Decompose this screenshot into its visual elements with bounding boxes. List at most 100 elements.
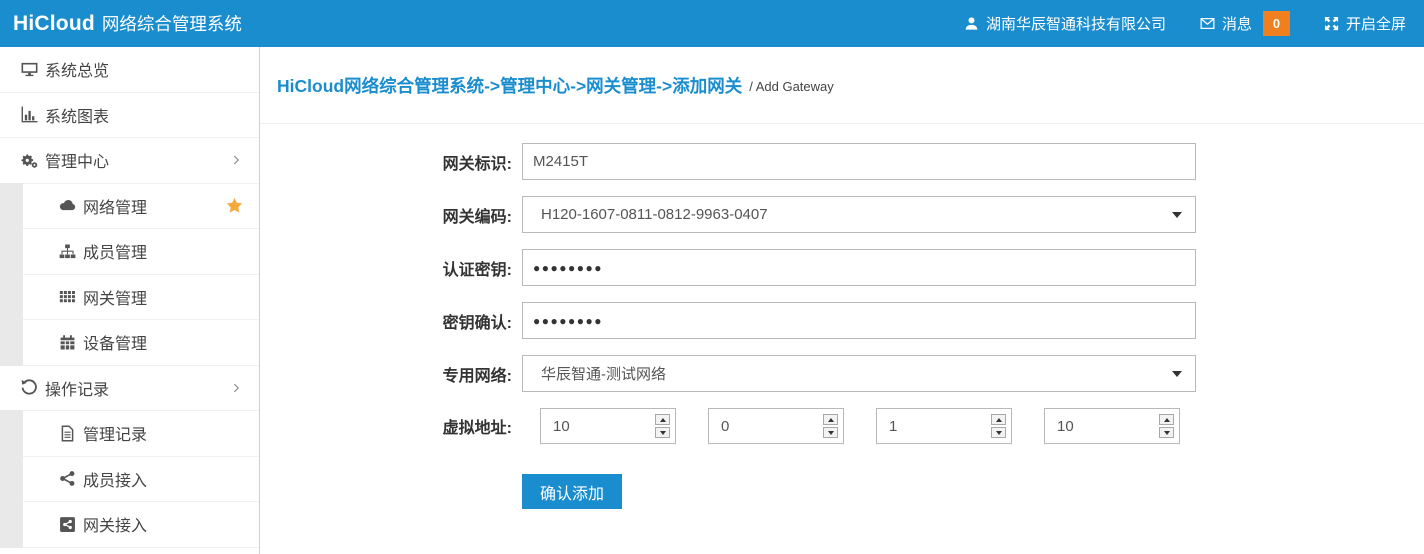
- sidebar-item-system-charts[interactable]: 系统图表: [0, 93, 259, 139]
- caret-down-icon: [1172, 212, 1182, 218]
- auth-key-label: 认证密钥:: [260, 256, 522, 280]
- sidebar-item-label: 系统总览: [45, 57, 109, 81]
- company-name: 湖南华辰智通科技有限公司: [986, 13, 1166, 34]
- share-square-icon: [59, 516, 76, 533]
- fullscreen-expand-icon: [1324, 16, 1339, 31]
- messages-menu[interactable]: 消息 0: [1200, 11, 1290, 36]
- key-confirm-input[interactable]: [522, 302, 1196, 339]
- spinner-up-icon[interactable]: [991, 414, 1006, 425]
- virtual-ip-octet-4[interactable]: 10: [1044, 408, 1180, 444]
- sidebar-item-label: 设备管理: [83, 330, 147, 354]
- number-spinner: [655, 414, 670, 438]
- confirm-add-button[interactable]: 确认添加: [522, 474, 622, 509]
- fullscreen-toggle[interactable]: 开启全屏: [1324, 13, 1406, 34]
- spinner-down-icon[interactable]: [991, 427, 1006, 438]
- sidebar-item-label: 操作记录: [45, 376, 109, 400]
- gateway-id-input[interactable]: [522, 143, 1196, 180]
- gateway-id-label: 网关标识:: [260, 150, 522, 174]
- star-icon: [226, 197, 243, 214]
- octet-value: 10: [553, 418, 570, 435]
- octet-value: 1: [889, 418, 897, 435]
- form-row-private-network: 专用网络: 华辰智通-测试网络: [260, 355, 1424, 392]
- sidebar-item-member-access[interactable]: 成员接入: [0, 457, 259, 503]
- spinner-down-icon[interactable]: [655, 427, 670, 438]
- main-content: HiCloud网络综合管理系统->管理中心->网关管理->添加网关 / Add …: [260, 47, 1424, 554]
- bar-chart-icon: [21, 106, 38, 123]
- sitemap-icon: [59, 243, 76, 260]
- form-row-virtual-address: 虚拟地址: 10 0: [260, 408, 1424, 444]
- messages-count-badge: 0: [1263, 11, 1290, 36]
- number-spinner: [823, 414, 838, 438]
- spinner-up-icon[interactable]: [1159, 414, 1174, 425]
- sidebar-item-label: 成员接入: [83, 467, 147, 491]
- private-network-select[interactable]: 华辰智通-测试网络: [522, 355, 1196, 392]
- brand-name: HiCloud: [13, 12, 95, 36]
- spinner-up-icon[interactable]: [823, 414, 838, 425]
- virtual-address-group: 10 0 1: [540, 408, 1180, 444]
- sidebar-item-management-center[interactable]: 管理中心: [0, 138, 259, 184]
- gateway-code-label: 网关编码:: [260, 203, 522, 227]
- sidebar-item-label: 系统图表: [45, 103, 109, 127]
- sidebar-item-label: 成员管理: [83, 239, 147, 263]
- sidebar-item-system-overview[interactable]: 系统总览: [0, 47, 259, 93]
- sidebar-item-management-records[interactable]: 管理记录: [0, 411, 259, 457]
- sidebar-item-label: 管理中心: [45, 148, 109, 172]
- gateway-code-select[interactable]: H120-1607-0811-0812-9963-0407: [522, 196, 1196, 233]
- fullscreen-label: 开启全屏: [1346, 13, 1406, 34]
- history-icon: [21, 379, 38, 396]
- app-logo[interactable]: HiCloud 网络综合管理系统: [0, 11, 242, 36]
- add-gateway-form: 网关标识: 网关编码: H120-1607-0811-0812-9963-040…: [260, 124, 1424, 509]
- grid-icon: [59, 288, 76, 305]
- breadcrumb-suffix: / Add Gateway: [749, 76, 834, 94]
- brand-subtitle: 网络综合管理系统: [102, 11, 242, 36]
- gears-icon: [21, 152, 38, 169]
- header-actions: 湖南华辰智通科技有限公司 消息 0 开启全屏: [964, 11, 1424, 36]
- chevron-right-icon: [230, 154, 242, 166]
- form-row-gateway-id: 网关标识:: [260, 143, 1424, 180]
- messages-label: 消息: [1222, 13, 1252, 34]
- sidebar-item-gateway-management[interactable]: 网关管理: [0, 275, 259, 321]
- auth-key-input[interactable]: [522, 249, 1196, 286]
- breadcrumb-path: HiCloud网络综合管理系统->管理中心->网关管理->添加网关: [277, 73, 742, 98]
- form-row-key-confirm: 密钥确认:: [260, 302, 1424, 339]
- virtual-address-label: 虚拟地址:: [260, 414, 522, 438]
- desktop-icon: [21, 61, 38, 78]
- sidebar-item-device-management[interactable]: 设备管理: [0, 320, 259, 366]
- virtual-ip-octet-3[interactable]: 1: [876, 408, 1012, 444]
- form-row-gateway-code: 网关编码: H120-1607-0811-0812-9963-0407: [260, 196, 1424, 233]
- gateway-code-value: H120-1607-0811-0812-9963-0407: [541, 206, 768, 223]
- calendar-icon: [59, 334, 76, 351]
- sidebar: 系统总览 系统图表 管理中心 网络管理 成员管理 网关管理 设备管理: [0, 47, 260, 554]
- sidebar-item-operation-records[interactable]: 操作记录: [0, 366, 259, 412]
- spinner-down-icon[interactable]: [823, 427, 838, 438]
- company-account[interactable]: 湖南华辰智通科技有限公司: [964, 13, 1166, 34]
- sidebar-item-network-management[interactable]: 网络管理: [0, 184, 259, 230]
- sidebar-item-gateway-access[interactable]: 网关接入: [0, 502, 259, 548]
- sidebar-item-label: 网关接入: [83, 512, 147, 536]
- virtual-ip-octet-2[interactable]: 0: [708, 408, 844, 444]
- sidebar-item-label: 网关管理: [83, 285, 147, 309]
- private-network-value: 华辰智通-测试网络: [541, 363, 666, 384]
- user-icon: [964, 16, 979, 31]
- sidebar-item-label: 网络管理: [83, 194, 147, 218]
- cloud-icon: [59, 197, 76, 214]
- number-spinner: [1159, 414, 1174, 438]
- breadcrumb: HiCloud网络综合管理系统->管理中心->网关管理->添加网关 / Add …: [260, 47, 1424, 124]
- octet-value: 10: [1057, 418, 1074, 435]
- top-navbar: HiCloud 网络综合管理系统 湖南华辰智通科技有限公司 消息 0 开启全屏: [0, 0, 1424, 47]
- octet-value: 0: [721, 418, 729, 435]
- document-icon: [59, 425, 76, 442]
- caret-down-icon: [1172, 371, 1182, 377]
- private-network-label: 专用网络:: [260, 362, 522, 386]
- virtual-ip-octet-1[interactable]: 10: [540, 408, 676, 444]
- form-row-auth-key: 认证密钥:: [260, 249, 1424, 286]
- spinner-down-icon[interactable]: [1159, 427, 1174, 438]
- sidebar-item-label: 管理记录: [83, 421, 147, 445]
- spinner-up-icon[interactable]: [655, 414, 670, 425]
- sidebar-item-member-management[interactable]: 成员管理: [0, 229, 259, 275]
- chevron-right-icon: [230, 382, 242, 394]
- share-icon: [59, 470, 76, 487]
- number-spinner: [991, 414, 1006, 438]
- envelope-icon: [1200, 16, 1215, 31]
- key-confirm-label: 密钥确认:: [260, 309, 522, 333]
